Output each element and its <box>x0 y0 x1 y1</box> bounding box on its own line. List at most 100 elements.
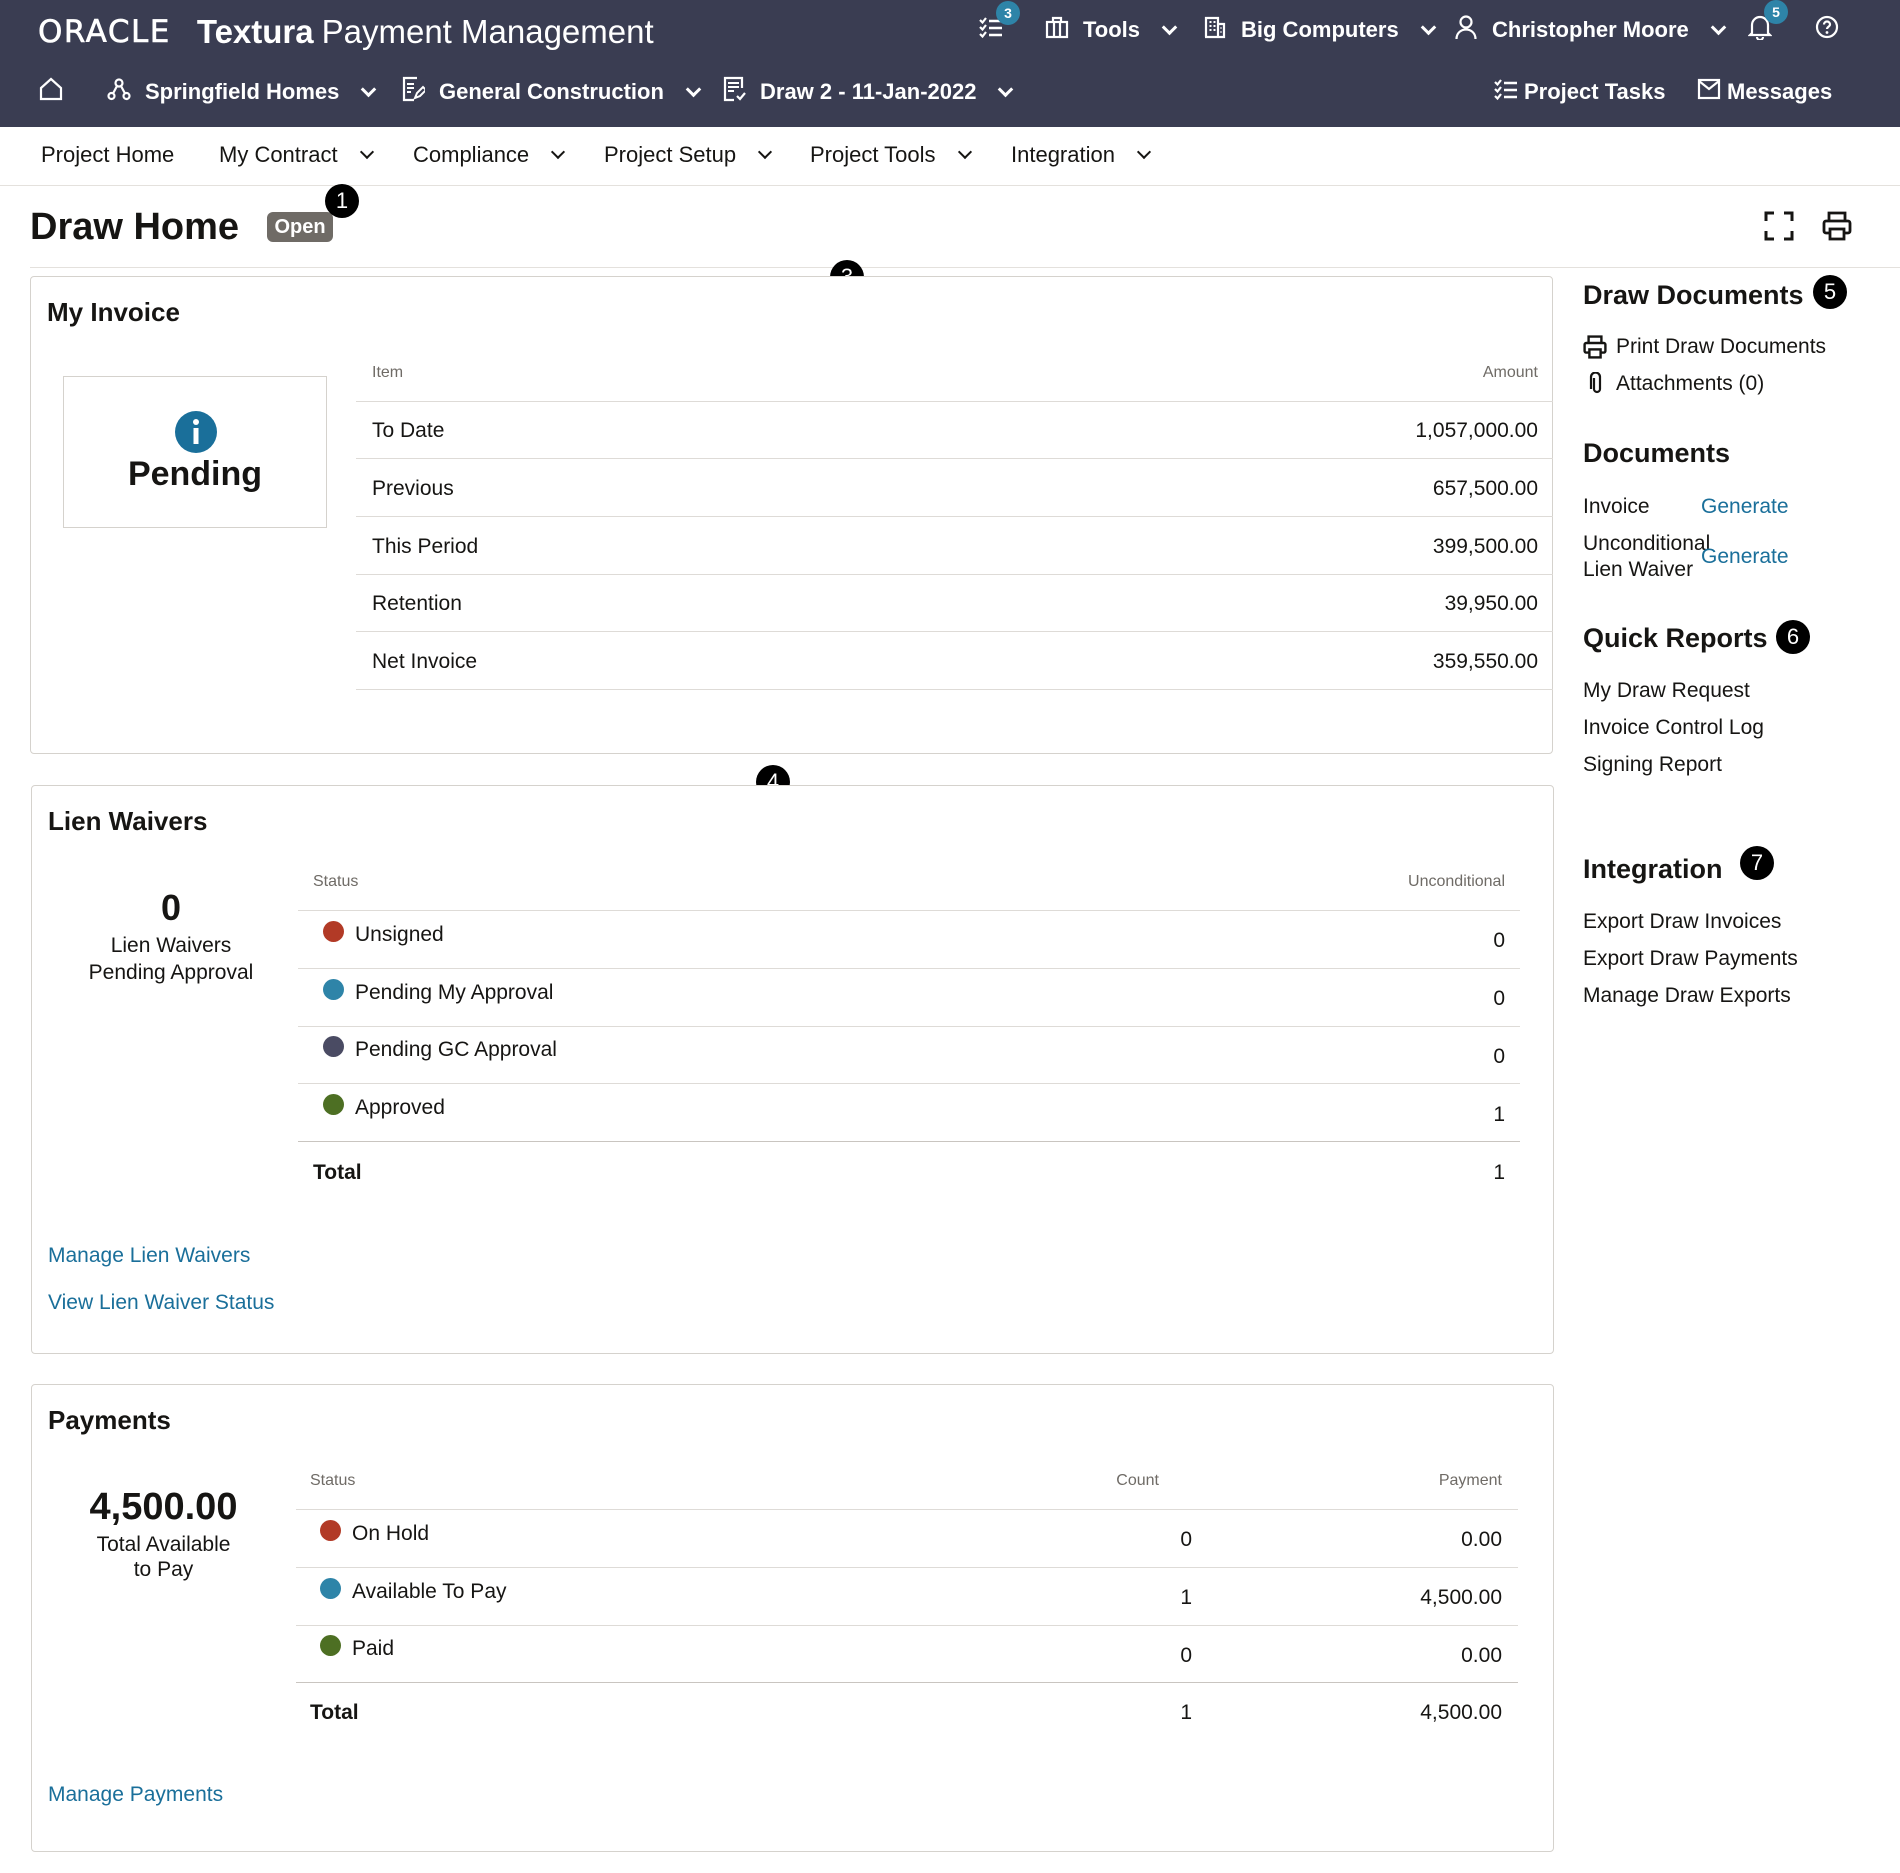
export-draw-invoices-link[interactable]: Export Draw Invoices <box>1583 910 1781 934</box>
divider <box>298 1141 1520 1142</box>
print-icon <box>1822 211 1852 241</box>
tasks-icon: 3 <box>978 1 1020 45</box>
total-payment: 4,500.00 <box>1420 1701 1502 1724</box>
integration-title: Integration <box>1583 854 1723 884</box>
manage-payments-link[interactable]: Manage Payments <box>48 1783 223 1807</box>
user-label: Christopher Moore <box>1492 17 1689 42</box>
lien-waivers-card: Lien Waivers 0 Lien Waivers Pending Appr… <box>31 785 1554 1354</box>
tools-label: Tools <box>1083 17 1141 42</box>
divider <box>296 1567 1518 1568</box>
company-label: Big Computers <box>1241 17 1399 42</box>
invoice-row-amount: 359,550.00 <box>1432 650 1538 673</box>
divider <box>296 1682 1518 1683</box>
pending-waivers-caption: Lien Waivers <box>110 934 232 957</box>
generate-invoice-link[interactable]: Generate <box>1701 495 1789 519</box>
manage-lien-waivers-link[interactable]: Manage Lien Waivers <box>48 1244 250 1268</box>
chevron-down-icon <box>359 144 374 160</box>
status-dot-red <box>320 1520 341 1541</box>
chevron-down-icon <box>1420 19 1436 35</box>
project-menu[interactable]: General Construction <box>401 72 702 112</box>
invoice-row-item: Retention <box>372 592 462 615</box>
chevron-down-icon <box>1136 144 1152 160</box>
invoice-row-item: Net Invoice <box>372 650 478 673</box>
nav-project-tools[interactable]: Project Tools <box>810 142 972 168</box>
waiver-status: Unsigned <box>355 923 444 946</box>
nav-my-contract[interactable]: My Contract <box>219 142 374 168</box>
chevron-down-icon <box>1710 19 1727 35</box>
documents-title: Documents <box>1583 438 1731 468</box>
draw-icon <box>722 76 746 108</box>
notifications-button[interactable]: 5 <box>1747 0 1788 50</box>
owner-label: Springfield Homes <box>145 79 340 104</box>
pending-waivers-count: 0 <box>160 887 182 928</box>
view-lien-waiver-status-link[interactable]: View Lien Waiver Status <box>48 1291 274 1315</box>
attachments-link[interactable]: Attachments (0) <box>1583 372 1764 396</box>
column-header-item: Item <box>372 364 404 381</box>
available-to-pay-caption: to Pay <box>133 1558 194 1581</box>
title-divider <box>30 267 1900 268</box>
messages-label: Messages <box>1727 79 1833 104</box>
callout-marker: 7 <box>1740 846 1774 880</box>
brand[interactable]: ORACLE Textura Payment Management <box>38 12 654 52</box>
print-button[interactable] <box>1822 211 1852 246</box>
report-link-invoice-control-log[interactable]: Invoice Control Log <box>1583 716 1764 740</box>
total-count: 1 <box>1180 1701 1192 1724</box>
project-tasks-button[interactable]: Project Tasks <box>1494 72 1665 112</box>
waiver-count: 1 <box>1493 1103 1505 1126</box>
nav-project-home[interactable]: Project Home <box>41 142 174 168</box>
messages-button[interactable]: Messages <box>1697 72 1832 112</box>
draw-documents-title: Draw Documents <box>1583 280 1804 310</box>
total-label: Total <box>313 1161 362 1184</box>
waiver-document-label: Lien Waiver <box>1583 558 1694 581</box>
home-button[interactable] <box>38 72 64 112</box>
report-link-signing-report[interactable]: Signing Report <box>1583 753 1722 777</box>
payment-count: 1 <box>1180 1586 1192 1609</box>
available-to-pay-caption: Total Available <box>96 1533 231 1556</box>
fullscreen-button[interactable] <box>1764 211 1794 246</box>
status-dot-green <box>320 1635 341 1656</box>
invoice-row-item: This Period <box>372 535 479 558</box>
invoice-status-tile: Pending <box>63 376 327 528</box>
divider <box>356 689 1553 690</box>
payment-count: 0 <box>1180 1644 1192 1667</box>
tools-menu[interactable]: Tools <box>1045 10 1178 50</box>
chevron-down-icon <box>685 81 702 97</box>
chevron-down-icon <box>361 81 377 97</box>
callout-marker: 6 <box>1776 620 1810 654</box>
waiver-count: 0 <box>1493 929 1505 952</box>
column-header-unconditional: Unconditional <box>1408 873 1505 890</box>
divider <box>296 1509 1518 1510</box>
chevron-down-icon <box>758 144 773 160</box>
total-label: Total <box>310 1701 359 1724</box>
column-header-payment: Payment <box>1438 1472 1502 1489</box>
help-button[interactable] <box>1815 10 1839 50</box>
payment-status: Available To Pay <box>352 1580 507 1603</box>
export-draw-payments-link[interactable]: Export Draw Payments <box>1583 947 1798 971</box>
owner-menu[interactable]: Springfield Homes <box>107 72 377 112</box>
status-dot-navy <box>323 1036 344 1057</box>
divider <box>296 1625 1518 1626</box>
manage-draw-exports-link[interactable]: Manage Draw Exports <box>1583 984 1791 1008</box>
nav-integration[interactable]: Integration <box>1011 142 1152 168</box>
status-badge: Open <box>267 212 333 242</box>
nav-project-setup[interactable]: Project Setup <box>604 142 773 168</box>
oracle-logo: ORACLE <box>38 14 171 51</box>
column-header-amount: Amount <box>1482 364 1538 381</box>
status-dot-blue <box>320 1578 341 1599</box>
product-name: Textura Payment Management <box>196 13 654 50</box>
draw-menu[interactable]: Draw 2 - 11-Jan-2022 <box>722 72 1014 112</box>
print-draw-documents-link[interactable]: Print Draw Documents <box>1583 335 1826 359</box>
tasks-button[interactable]: 3 <box>978 1 1020 50</box>
building-icon <box>1203 15 1227 45</box>
company-menu[interactable]: Big Computers <box>1203 10 1436 50</box>
nav-compliance[interactable]: Compliance <box>413 142 566 168</box>
chevron-down-icon <box>551 144 566 160</box>
fullscreen-icon <box>1764 211 1794 241</box>
callout-marker: 1 <box>325 184 359 218</box>
report-link-my-draw-request[interactable]: My Draw Request <box>1583 679 1750 703</box>
divider <box>298 968 1520 969</box>
print-icon <box>1583 335 1607 359</box>
user-menu[interactable]: Christopher Moore <box>1454 10 1727 50</box>
help-icon <box>1815 15 1839 45</box>
generate-waiver-link[interactable]: Generate <box>1701 545 1789 569</box>
